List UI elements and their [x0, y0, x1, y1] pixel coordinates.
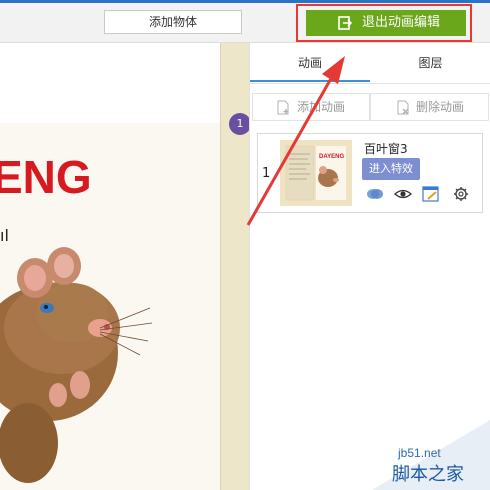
entrance-effect-button[interactable]: 进入特效	[362, 158, 420, 180]
eye-icon[interactable]	[394, 186, 412, 202]
book-title-text: ENG	[0, 151, 92, 203]
animation-actions: 添加动画 删除动画	[250, 93, 490, 123]
page-divider-strip	[220, 43, 249, 490]
delete-animation-label: 删除动画	[416, 100, 465, 114]
thumbnail-title: DAYENG	[319, 154, 344, 160]
active-tab-indicator	[250, 80, 370, 82]
exit-animation-edit-button[interactable]: 退出动画编辑	[306, 10, 466, 36]
shape-toggle-icon[interactable]	[366, 186, 384, 202]
add-animation-button[interactable]: 添加动画	[252, 93, 370, 121]
window-accent-strip	[0, 0, 490, 3]
tab-layers[interactable]: 图层	[370, 43, 490, 83]
panel-tabs: 动画 图层	[250, 43, 490, 84]
exit-icon	[338, 16, 352, 30]
add-animation-label: 添加动画	[297, 100, 346, 114]
animation-name: 百叶窗3	[364, 142, 408, 156]
gear-icon[interactable]	[452, 186, 470, 202]
add-animation-icon	[277, 100, 289, 115]
watermark-url: jb51.net	[398, 446, 441, 460]
add-object-button[interactable]: 添加物体	[104, 10, 242, 34]
editing-canvas[interactable]: ENG ıl	[0, 43, 220, 490]
book-page-image: ENG ıl	[0, 123, 220, 490]
delete-animation-button[interactable]: 删除动画	[370, 93, 489, 121]
exit-animation-edit-label: 退出动画编辑	[362, 15, 441, 30]
edit-icon[interactable]	[422, 186, 440, 202]
animation-list-item[interactable]: 1 DAYENG 百叶窗3 进入特效	[257, 133, 483, 213]
delete-animation-icon	[397, 100, 409, 115]
tab-animation[interactable]: 动画	[250, 43, 370, 83]
book-body-text: ıl	[0, 226, 9, 245]
animation-thumbnail: DAYENG	[280, 140, 352, 206]
page-number-badge: 1	[229, 113, 251, 135]
animation-index: 1	[262, 166, 271, 181]
watermark-text: 脚本之家	[392, 464, 464, 485]
